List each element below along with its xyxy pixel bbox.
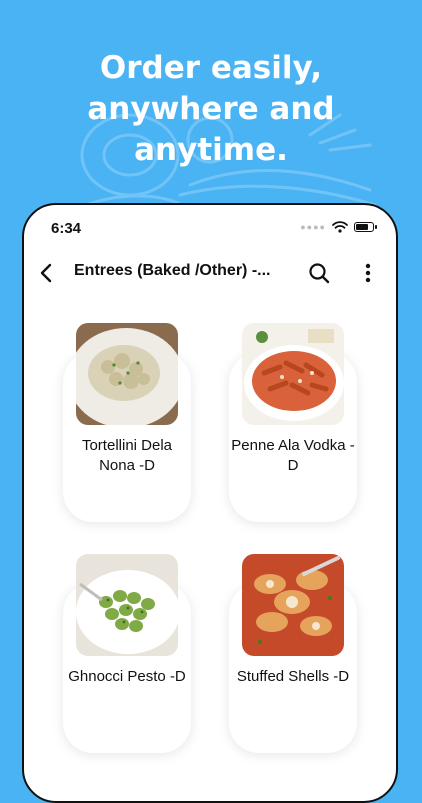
gnocchi-image bbox=[76, 554, 178, 656]
promo-headline: Order easily, anywhere and anytime. bbox=[0, 48, 422, 171]
menu-item-label: Tortellini Dela Nona -D bbox=[81, 437, 173, 474]
shells-photo[interactable] bbox=[242, 554, 344, 656]
search-button[interactable] bbox=[305, 259, 333, 287]
cellular-dots-icon: ●●●● bbox=[300, 222, 326, 232]
status-bar: 6:34 ●●●● bbox=[24, 205, 396, 251]
chevron-left-icon bbox=[40, 263, 52, 283]
menu-item-label: Stuffed Shells -D bbox=[236, 668, 350, 685]
menu-item-label: Ghnocci Pesto -D bbox=[68, 668, 186, 685]
tortellini-image bbox=[76, 323, 178, 425]
battery-icon bbox=[354, 222, 377, 232]
more-vertical-icon bbox=[365, 263, 371, 283]
page-title: Entrees (Baked /Other) -... bbox=[74, 262, 271, 279]
menu-item-label: Penne Ala Vodka -D bbox=[231, 437, 355, 474]
back-button[interactable] bbox=[32, 259, 60, 287]
search-icon bbox=[309, 263, 330, 284]
status-time: 6:34 bbox=[51, 220, 82, 237]
battery-fill bbox=[356, 224, 368, 230]
tortellini-photo[interactable] bbox=[76, 323, 178, 425]
gnocchi-photo[interactable] bbox=[76, 554, 178, 656]
phone-frame: 6:34 ●●●● Entrees (Baked /Other) -... To… bbox=[22, 203, 398, 803]
headline-line-1: Order easily, bbox=[99, 50, 323, 86]
more-options-button[interactable] bbox=[356, 259, 380, 287]
app-bar: Entrees (Baked /Other) -... bbox=[24, 255, 396, 291]
headline-line-3: anytime. bbox=[134, 132, 288, 168]
promo-header: Order easily, anywhere and anytime. bbox=[0, 0, 422, 212]
shells-image bbox=[242, 554, 344, 656]
status-icons: ●●●● bbox=[300, 221, 377, 233]
penne-photo[interactable] bbox=[242, 323, 344, 425]
headline-line-2: anywhere and bbox=[87, 91, 335, 127]
wifi-icon bbox=[332, 221, 348, 233]
penne-image bbox=[242, 323, 344, 425]
